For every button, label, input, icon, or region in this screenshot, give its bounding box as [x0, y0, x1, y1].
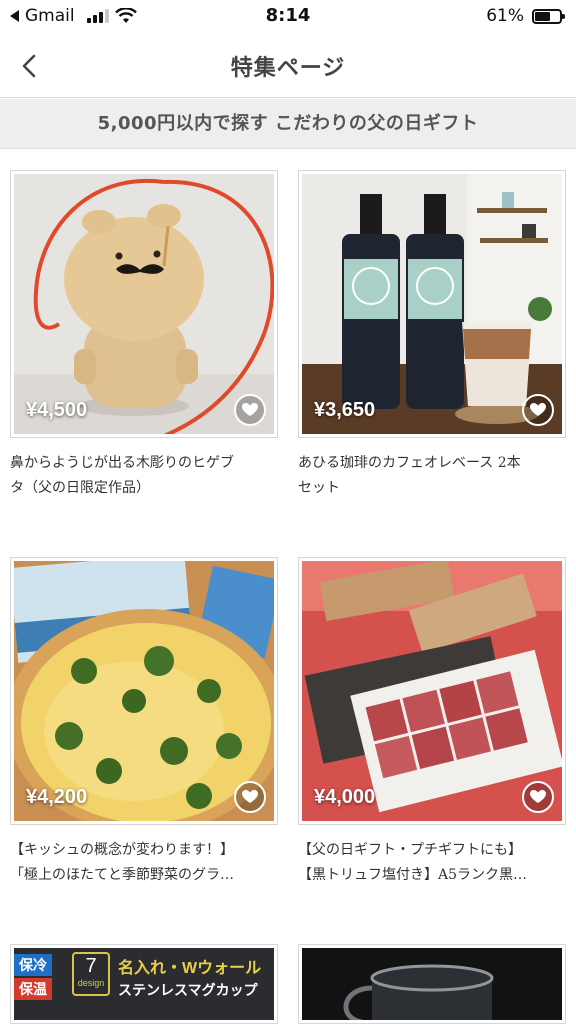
product-title[interactable]: 鼻からようじが出る木彫りのヒゲブ タ（父の日限定作品）: [10, 451, 278, 503]
product-card[interactable]: ¥3,650 あひる珈琲のカフェオレベース 2本 セット: [298, 170, 566, 503]
design-badge: 7 design: [72, 952, 110, 996]
price-label: ¥4,200: [26, 786, 88, 808]
page-title: 特集ページ: [230, 56, 346, 81]
product-headline: 名入れ・Wウォール: [118, 960, 262, 977]
heart-icon: [242, 790, 258, 803]
battery-percent: 61%: [486, 6, 524, 26]
section-banner: 5,000円以内で探す こだわりの父の日ギフト: [0, 99, 576, 149]
product-title[interactable]: 【父の日ギフト・プチギフトにも】 【黒トリュフ塩付き】A5ランク黒…: [298, 838, 566, 890]
heart-icon: [242, 403, 258, 416]
product-image[interactable]: ¥4,000: [298, 557, 566, 825]
product-title[interactable]: 【キッシュの概念が変わります！】 「極上のほたてと季節野菜のグラ…: [10, 838, 278, 890]
product-image[interactable]: [298, 944, 566, 1024]
product-card[interactable]: 保冷 保温 7 design 名入れ・Wウォール ステンレスマグカップ: [10, 944, 278, 1024]
favorite-button[interactable]: [234, 394, 266, 426]
price-label: ¥3,650: [314, 399, 376, 421]
product-image[interactable]: ¥4,500: [10, 170, 278, 438]
product-card[interactable]: ¥4,200 【キッシュの概念が変わります！】 「極上のほたてと季節野菜のグラ…: [10, 557, 278, 890]
product-subline: ステンレスマグカップ: [118, 982, 258, 998]
favorite-button[interactable]: [522, 781, 554, 813]
product-card[interactable]: [298, 944, 566, 1024]
favorite-button[interactable]: [234, 781, 266, 813]
badge-warm: 保温: [14, 978, 52, 1000]
battery-icon: [532, 8, 565, 24]
nav-bar: 特集ページ: [0, 34, 576, 98]
product-image[interactable]: 保冷 保温 7 design 名入れ・Wウォール ステンレスマグカップ: [10, 944, 278, 1024]
heart-icon: [530, 790, 546, 803]
price-label: ¥4,000: [314, 786, 376, 808]
status-bar: Gmail 8:14 61%: [0, 0, 576, 34]
heart-icon: [530, 403, 546, 416]
price-label: ¥4,500: [26, 399, 88, 421]
product-title[interactable]: あひる珈琲のカフェオレベース 2本 セット: [298, 451, 566, 503]
product-image[interactable]: ¥3,650: [298, 170, 566, 438]
product-card[interactable]: ¥4,500 鼻からようじが出る木彫りのヒゲブ タ（父の日限定作品）: [10, 170, 278, 503]
favorite-button[interactable]: [522, 394, 554, 426]
product-image[interactable]: ¥4,200: [10, 557, 278, 825]
badge-cold: 保冷: [14, 954, 52, 976]
product-card[interactable]: ¥4,000 【父の日ギフト・プチギフトにも】 【黒トリュフ塩付き】A5ランク黒…: [298, 557, 566, 890]
